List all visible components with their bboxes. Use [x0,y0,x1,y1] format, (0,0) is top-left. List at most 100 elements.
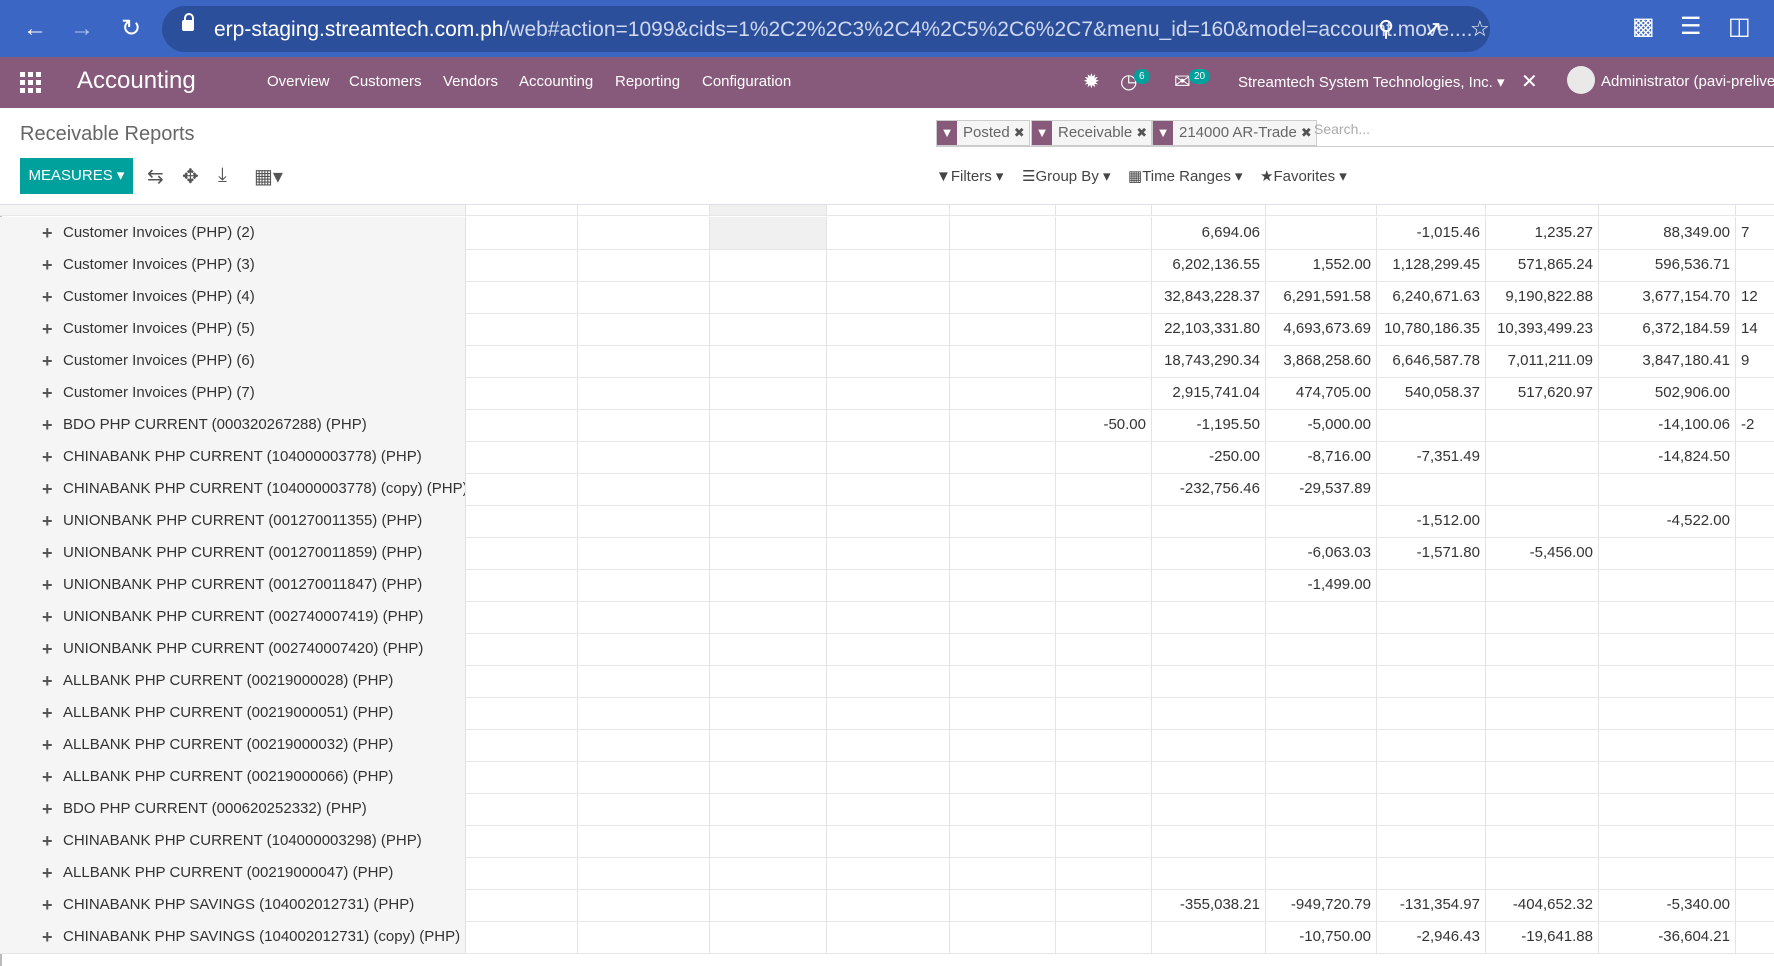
table-cell[interactable] [1377,761,1486,793]
table-cell[interactable] [578,377,710,409]
table-cell[interactable]: 571,865.24 [1486,249,1599,281]
expand-plus-icon[interactable]: + [42,505,53,537]
facet-receivable[interactable]: ▼ Receivable ✖ [1031,120,1153,146]
table-cell[interactable]: 6,202,136.55 [1152,249,1266,281]
table-cell[interactable] [1486,665,1599,697]
table-cell[interactable] [1266,505,1377,537]
table-cell[interactable] [950,217,1056,249]
table-cell[interactable] [950,441,1056,473]
table-cell[interactable] [1056,857,1152,889]
table-cell[interactable] [1056,281,1152,313]
expand-plus-icon[interactable]: + [42,665,53,697]
row-header[interactable]: + ALLBANK PHP CURRENT (00219000047) (PHP) [0,857,466,889]
table-cell[interactable]: 3,868,258.60 [1266,345,1377,377]
table-cell[interactable] [465,761,578,793]
table-cell[interactable]: 596,536.71 [1599,249,1736,281]
table-cell[interactable] [827,793,950,825]
table-cell[interactable]: 14 [1736,313,1774,345]
table-cell[interactable]: -1,195.50 [1152,409,1266,441]
table-cell[interactable]: -5,340.00 [1599,889,1736,921]
table-cell[interactable]: 9,190,822.88 [1486,281,1599,313]
table-cell[interactable] [1736,857,1774,889]
table-cell[interactable] [578,825,710,857]
expand-plus-icon[interactable]: + [42,697,53,729]
table-cell[interactable] [710,377,827,409]
row-header[interactable]: + BDO PHP CURRENT (000620252332) (PHP) [0,793,466,825]
table-cell[interactable] [578,633,710,665]
table-cell[interactable] [1266,825,1377,857]
table-cell[interactable] [465,793,578,825]
table-cell[interactable] [827,217,950,249]
table-cell[interactable] [578,601,710,633]
table-cell[interactable] [465,665,578,697]
table-cell[interactable] [1056,473,1152,505]
expand-plus-icon[interactable]: + [42,409,53,441]
table-cell[interactable]: 517,620.97 [1486,377,1599,409]
search-input[interactable]: Search... [1314,121,1370,137]
table-cell[interactable]: -10,750.00 [1266,921,1377,953]
table-cell[interactable] [465,601,578,633]
table-cell[interactable] [710,345,827,377]
table-cell[interactable] [710,793,827,825]
table-cell[interactable] [1056,697,1152,729]
table-cell[interactable] [710,857,827,889]
table-cell[interactable]: -14,100.06 [1599,409,1736,441]
table-cell[interactable] [1736,537,1774,569]
table-cell[interactable] [1377,825,1486,857]
table-cell[interactable] [950,825,1056,857]
table-cell[interactable] [1056,537,1152,569]
table-cell[interactable] [578,473,710,505]
table-cell[interactable] [1266,633,1377,665]
table-cell[interactable] [578,729,710,761]
table-cell[interactable]: -1,015.46 [1377,217,1486,249]
table-cell[interactable] [1599,569,1736,601]
table-cell[interactable] [827,441,950,473]
table-cell[interactable] [1377,857,1486,889]
table-cell[interactable] [710,217,827,249]
table-cell[interactable] [465,505,578,537]
row-header[interactable]: + Customer Invoices (PHP) (2) [0,217,466,249]
table-cell[interactable] [465,441,578,473]
table-cell[interactable] [1266,793,1377,825]
table-cell[interactable] [1056,633,1152,665]
table-cell[interactable] [827,729,950,761]
table-cell[interactable] [950,249,1056,281]
table-cell[interactable] [710,249,827,281]
reload-icon[interactable]: ↻ [116,14,146,44]
table-cell[interactable] [1599,697,1736,729]
table-cell[interactable]: -5,000.00 [1266,409,1377,441]
table-cell[interactable] [1486,505,1599,537]
table-cell[interactable] [1056,377,1152,409]
row-header[interactable]: + CHINABANK PHP CURRENT (104000003778) (P… [0,441,466,473]
table-cell[interactable] [1152,633,1266,665]
table-cell[interactable] [950,409,1056,441]
table-cell[interactable] [578,921,710,953]
table-cell[interactable] [578,793,710,825]
table-cell[interactable] [465,473,578,505]
table-cell[interactable] [465,729,578,761]
table-cell[interactable] [465,377,578,409]
table-cell[interactable] [950,857,1056,889]
table-cell[interactable] [578,345,710,377]
table-cell[interactable] [710,665,827,697]
table-cell[interactable]: 3,847,180.41 [1599,345,1736,377]
table-cell[interactable] [950,345,1056,377]
table-cell[interactable] [1152,697,1266,729]
table-cell[interactable]: 4,693,673.69 [1266,313,1377,345]
bookmark-star-icon[interactable]: ☆ [1470,16,1490,42]
expand-plus-icon[interactable]: + [42,441,53,473]
expand-plus-icon[interactable]: + [42,793,53,825]
table-cell[interactable] [827,761,950,793]
table-cell[interactable] [1056,441,1152,473]
table-cell[interactable] [1377,665,1486,697]
table-cell[interactable] [1377,601,1486,633]
table-cell[interactable]: -355,038.21 [1152,889,1266,921]
facet-ar-trade[interactable]: ▼ 214000 AR-Trade ✖ [1152,120,1317,146]
table-cell[interactable] [1056,761,1152,793]
table-cell[interactable]: 2,915,741.04 [1152,377,1266,409]
table-cell[interactable] [465,633,578,665]
expand-plus-icon[interactable]: + [42,825,53,857]
table-cell[interactable]: -1,571.80 [1377,537,1486,569]
table-cell[interactable] [950,313,1056,345]
table-cell[interactable] [950,505,1056,537]
